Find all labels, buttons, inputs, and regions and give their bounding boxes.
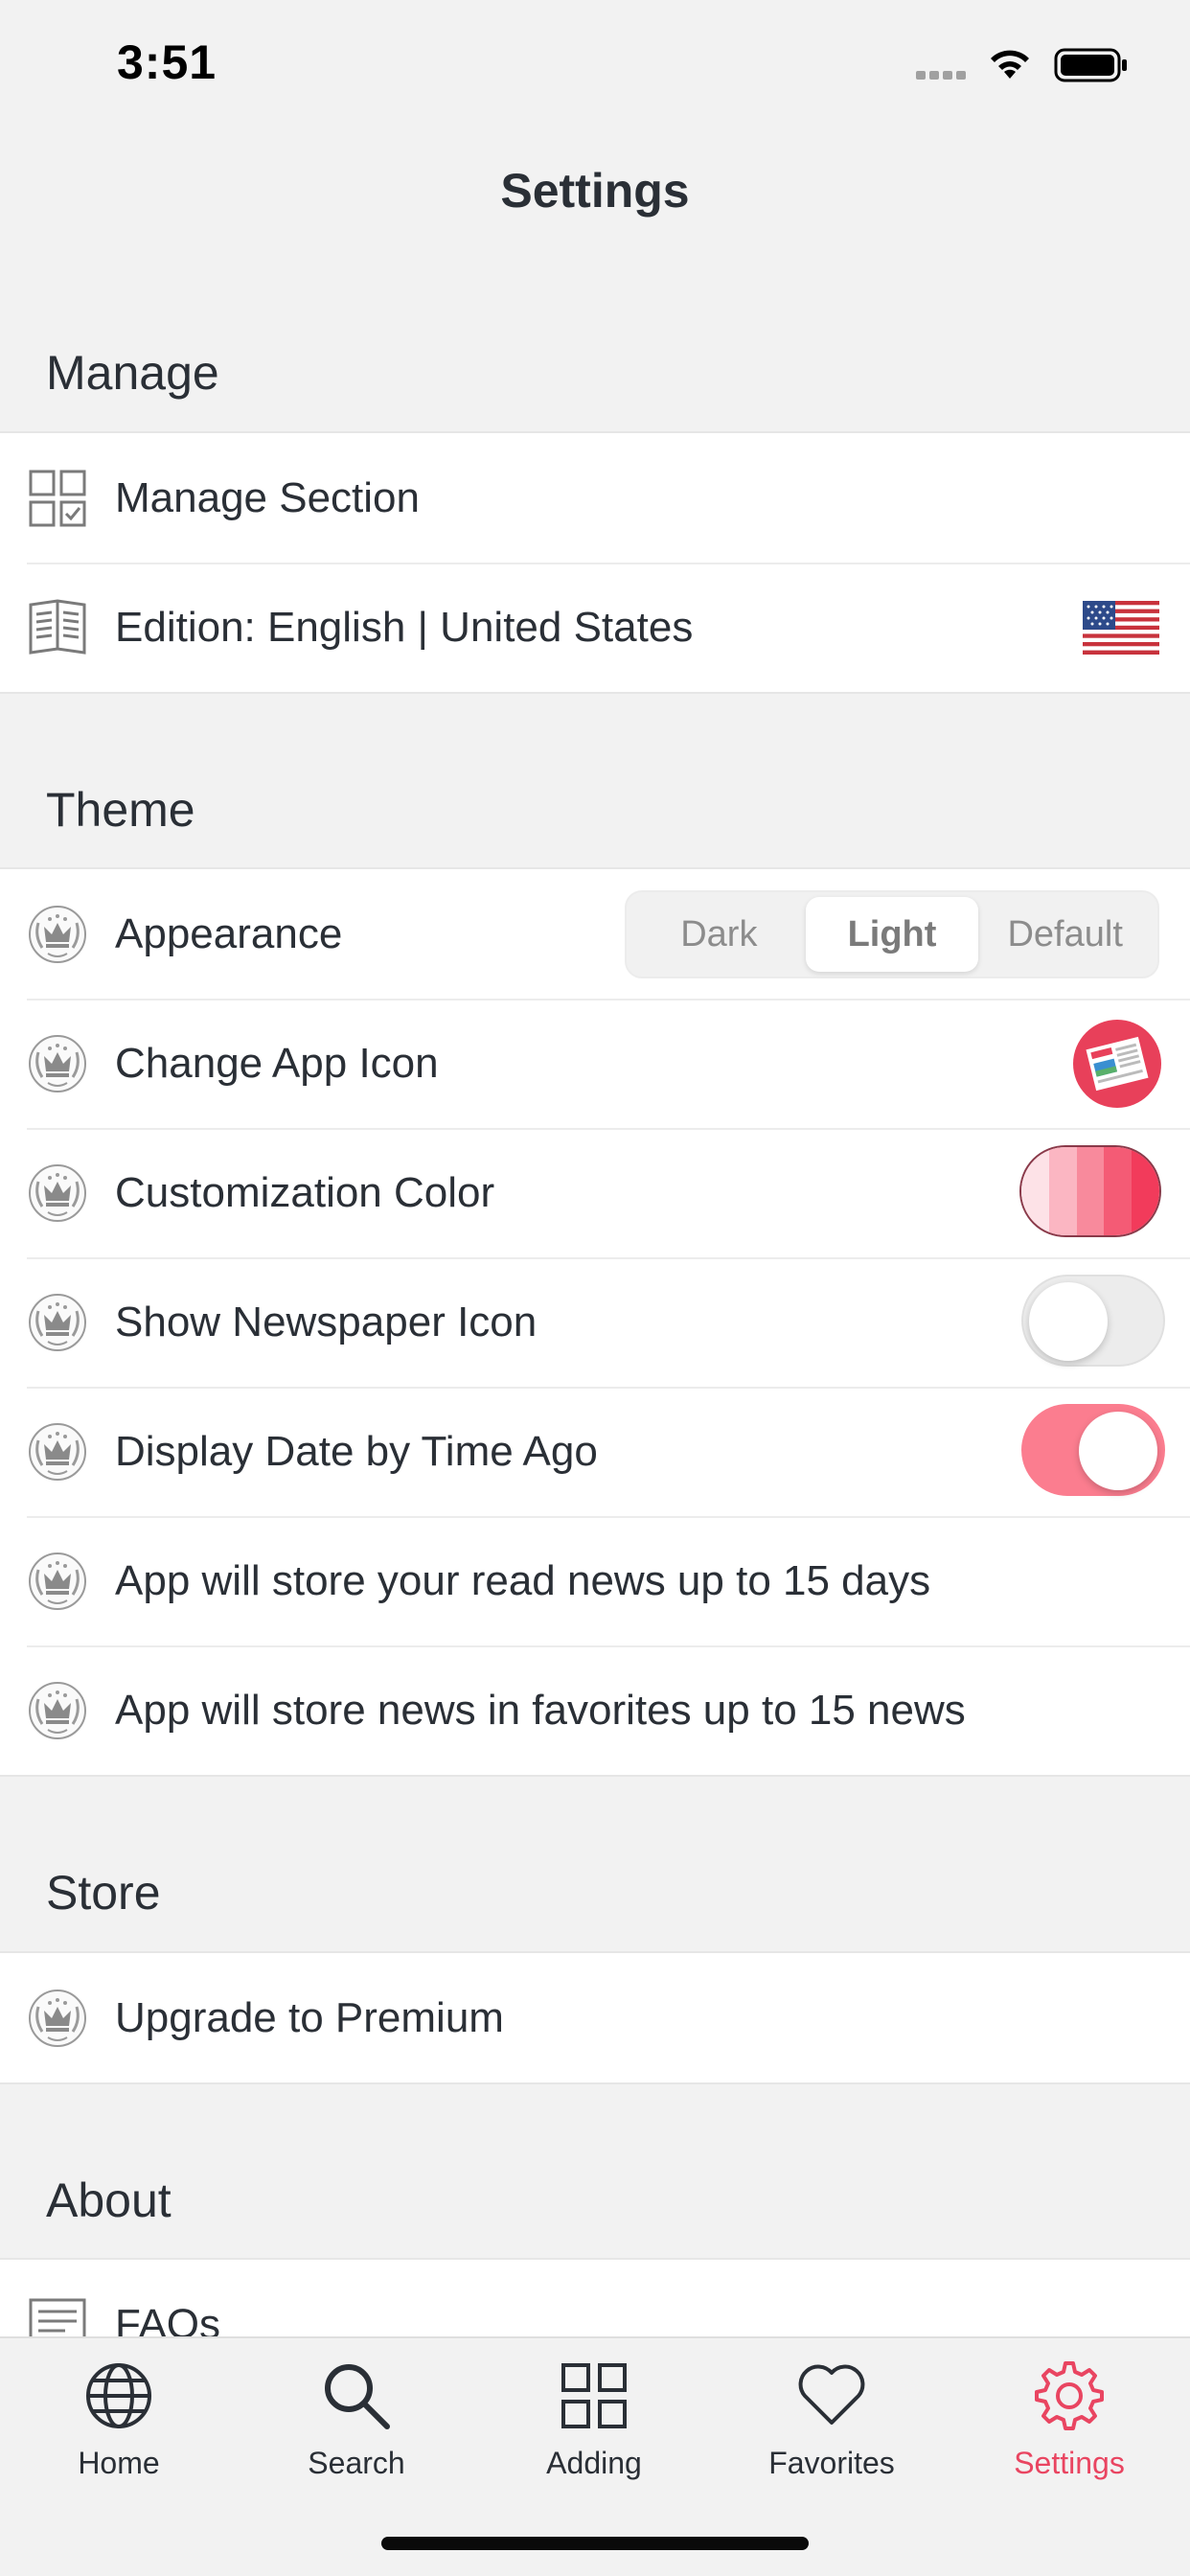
- premium-crown-icon: [27, 1421, 88, 1483]
- premium-crown-icon: [27, 1033, 88, 1094]
- premium-crown-icon: [27, 904, 88, 965]
- theme-group: Appearance Dark Light Default Change App…: [0, 867, 1190, 1777]
- display-date-row: Display Date by Time Ago: [0, 1387, 1190, 1516]
- premium-crown-icon: [27, 1551, 88, 1612]
- premium-crown-icon: [27, 1292, 88, 1353]
- tab-home-label: Home: [78, 2446, 160, 2480]
- wifi-icon: [991, 50, 1029, 79]
- upgrade-premium-row[interactable]: Upgrade to Premium: [0, 1953, 1190, 2082]
- swatch-2: [1048, 1147, 1077, 1235]
- faq-icon: [29, 2298, 86, 2336]
- show-newspaper-icon-row: Show Newspaper Icon: [0, 1257, 1190, 1387]
- tab-search[interactable]: Search: [238, 2359, 475, 2481]
- signal-icon: [916, 71, 966, 80]
- globe-icon: [86, 2363, 151, 2428]
- premium-crown-icon: [27, 1162, 88, 1224]
- swatch-5: [1132, 1147, 1159, 1235]
- change-app-icon-label: Change App Icon: [115, 1040, 439, 1087]
- book-icon: [29, 599, 86, 655]
- battery-icon: [1054, 48, 1127, 82]
- home-indicator: [381, 2537, 809, 2550]
- tab-favorites[interactable]: Favorites: [713, 2359, 950, 2481]
- grid-icon: [561, 2363, 627, 2428]
- tab-favorites-label: Favorites: [768, 2446, 895, 2480]
- heart-icon: [798, 2364, 865, 2425]
- section-header-store: Store: [46, 1866, 161, 1920]
- tab-settings-label: Settings: [1014, 2446, 1125, 2480]
- manage-section-row[interactable]: Manage Section: [0, 433, 1190, 563]
- display-date-label: Display Date by Time Ago: [115, 1428, 598, 1475]
- display-date-toggle[interactable]: [1021, 1404, 1165, 1496]
- section-header-manage: Manage: [46, 346, 219, 400]
- change-app-icon-row[interactable]: Change App Icon: [0, 999, 1190, 1128]
- about-group: FAQs: [0, 2258, 1190, 2336]
- search-icon: [325, 2364, 390, 2429]
- tab-adding-label: Adding: [546, 2446, 642, 2480]
- favorites-storage-label: App will store news in favorites up to 1…: [115, 1687, 966, 1734]
- section-header-theme: Theme: [46, 783, 195, 837]
- read-news-row[interactable]: App will store your read news up to 15 d…: [0, 1516, 1190, 1645]
- manage-group: Manage Section Edition: English | United…: [0, 431, 1190, 694]
- customization-color-label: Customization Color: [115, 1169, 495, 1216]
- appearance-option-default[interactable]: Default: [978, 897, 1152, 972]
- us-flag-icon: [1083, 601, 1159, 655]
- settings-scroll-content[interactable]: 3:51 Settings Manage Manage Section Edit…: [0, 0, 1190, 2336]
- tab-home[interactable]: Home: [0, 2359, 238, 2481]
- appearance-segmented-control: Dark Light Default: [625, 890, 1159, 978]
- section-header-about: About: [46, 2174, 172, 2227]
- customization-color-row[interactable]: Customization Color: [0, 1128, 1190, 1257]
- appearance-row: Appearance Dark Light Default: [0, 869, 1190, 999]
- appearance-label: Appearance: [115, 910, 343, 957]
- newspaper-icon: [1086, 1036, 1149, 1092]
- swatch-3: [1076, 1147, 1105, 1235]
- swatch-4: [1104, 1147, 1133, 1235]
- gear-icon: [1035, 2361, 1104, 2430]
- grid-check-icon: [29, 470, 86, 527]
- tab-adding[interactable]: Adding: [475, 2359, 713, 2481]
- store-group: Upgrade to Premium: [0, 1951, 1190, 2084]
- premium-crown-icon: [27, 1988, 88, 2049]
- read-news-label: App will store your read news up to 15 d…: [115, 1557, 931, 1604]
- premium-crown-icon: [27, 1680, 88, 1741]
- show-newspaper-icon-toggle[interactable]: [1021, 1275, 1165, 1367]
- toggle-knob: [1079, 1412, 1157, 1490]
- page-title: Settings: [500, 164, 690, 218]
- appearance-option-dark[interactable]: Dark: [632, 897, 806, 972]
- color-swatch[interactable]: [1019, 1145, 1161, 1237]
- edition-label: Edition: English | United States: [115, 604, 694, 651]
- favorites-storage-row[interactable]: App will store news in favorites up to 1…: [0, 1645, 1190, 1775]
- faqs-label: FAQs: [115, 2301, 221, 2336]
- app-icon-preview[interactable]: [1073, 1020, 1161, 1108]
- tab-settings[interactable]: Settings: [950, 2359, 1188, 2481]
- upgrade-premium-label: Upgrade to Premium: [115, 1994, 504, 2041]
- toggle-knob: [1029, 1282, 1108, 1361]
- show-newspaper-icon-label: Show Newspaper Icon: [115, 1299, 538, 1346]
- status-bar: 3:51: [0, 0, 1190, 134]
- edition-row[interactable]: Edition: English | United States: [0, 563, 1190, 692]
- faqs-row[interactable]: FAQs: [0, 2260, 1190, 2336]
- appearance-option-light[interactable]: Light: [805, 897, 979, 972]
- status-time: 3:51: [117, 35, 217, 89]
- tab-search-label: Search: [308, 2446, 405, 2480]
- swatch-1: [1021, 1147, 1049, 1235]
- manage-section-label: Manage Section: [115, 474, 420, 521]
